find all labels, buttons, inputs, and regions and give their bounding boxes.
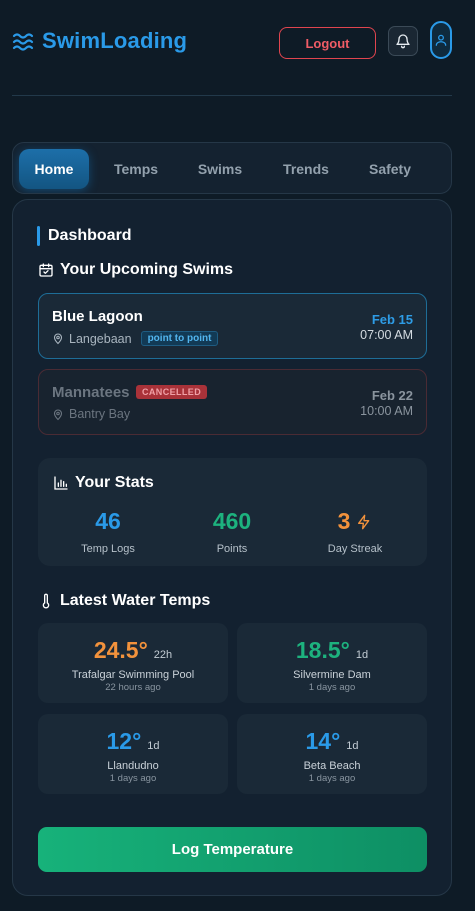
- user-icon: [435, 34, 447, 46]
- temp-age: 1 days ago: [109, 773, 157, 784]
- tab-swims[interactable]: Swims: [187, 149, 253, 189]
- lightning-icon: [358, 514, 370, 529]
- temp-age: 22 hours ago: [105, 682, 161, 693]
- swim-time: 10:00 AM: [360, 404, 413, 418]
- stats-title: Your Stats: [75, 474, 154, 491]
- temp-age-short: 1d: [346, 740, 359, 752]
- swim-location-text: Langebaan: [69, 331, 132, 346]
- tab-trends[interactable]: Trends: [271, 149, 341, 189]
- stat-label: Temp Logs: [81, 543, 135, 555]
- upcoming-swims-heading: Your Upcoming Swims: [38, 261, 233, 279]
- swim-date: Feb 22: [371, 388, 413, 403]
- tab-home[interactable]: Home: [19, 149, 89, 189]
- temp-age-short: 1d: [355, 649, 369, 661]
- swim-location: Bantry Bay: [52, 407, 130, 421]
- notifications-button[interactable]: [388, 26, 418, 56]
- swim-card-mannatees[interactable]: Mannatees CANCELLED Bantry Bay Feb 22 10…: [38, 369, 427, 435]
- temp-age-short: 22h: [153, 649, 173, 661]
- temp-value: 18.5°: [295, 637, 350, 663]
- temp-location: Trafalgar Swimming Pool: [71, 669, 195, 681]
- stats-card: Your Stats 46 Temp Logs 460 Points 3 Day…: [38, 458, 427, 566]
- dashboard-heading: Dashboard: [37, 226, 132, 246]
- temp-location: Silvermine Dam: [293, 669, 371, 681]
- swim-name: Blue Lagoon: [52, 308, 143, 325]
- stat-label: Points: [216, 543, 248, 555]
- upcoming-swims-title: Your Upcoming Swims: [60, 261, 234, 278]
- temp-reading: 12° 1d: [38, 728, 228, 755]
- profile-button[interactable]: [430, 21, 452, 59]
- stat-value: 3: [337, 508, 351, 534]
- temp-reading: 18.5° 1d: [237, 637, 427, 664]
- logout-button[interactable]: Logout: [279, 27, 376, 59]
- map-pin-icon: [53, 333, 63, 345]
- swim-name: Mannatees: [52, 384, 130, 401]
- temp-location: Llandudno: [107, 760, 159, 772]
- stat-value: 460: [212, 508, 252, 534]
- swim-type-badge: point to point: [140, 331, 219, 346]
- swim-date: Feb 15: [371, 312, 413, 327]
- swim-location: Langebaan point to point: [52, 331, 219, 346]
- calendar-check-icon: [39, 263, 53, 277]
- stat-temp-logs: 46 Temp Logs: [53, 508, 163, 555]
- stat-value-row: 3: [300, 508, 410, 535]
- stat-value: 46: [95, 508, 121, 534]
- swim-time: 07:00 AM: [360, 328, 413, 342]
- app-logo[interactable]: SwimLoading: [12, 28, 187, 54]
- heading-accent-bar: [37, 226, 40, 246]
- stat-points: 460 Points: [177, 508, 287, 555]
- dashboard-title: Dashboard: [48, 227, 132, 244]
- bar-chart-icon: [54, 476, 68, 490]
- swim-location-text: Bantry Bay: [69, 407, 131, 421]
- water-temps-title: Latest Water Temps: [60, 592, 211, 609]
- temp-age-short: 1d: [147, 740, 160, 752]
- tab-safety[interactable]: Safety: [357, 149, 423, 189]
- temp-value: 12°: [106, 728, 142, 754]
- tab-temps[interactable]: Temps: [103, 149, 169, 189]
- thermometer-icon: [42, 593, 50, 609]
- main-tabs: Home Temps Swims Trends Safety: [12, 142, 452, 194]
- temp-value: 24.5°: [93, 637, 148, 663]
- temp-location: Beta Beach: [303, 760, 361, 772]
- app-title: SwimLoading: [42, 28, 188, 53]
- temp-card-llandudno[interactable]: 12° 1d Llandudno 1 days ago: [38, 714, 228, 794]
- temp-card-silvermine[interactable]: 18.5° 1d Silvermine Dam 1 days ago: [237, 623, 427, 703]
- cancelled-badge: CANCELLED: [136, 385, 208, 399]
- stat-label: Day Streak: [327, 543, 383, 555]
- water-temps-heading: Latest Water Temps: [38, 592, 210, 610]
- temp-reading: 24.5° 22h: [38, 637, 228, 664]
- temp-card-beta-beach[interactable]: 14° 1d Beta Beach 1 days ago: [237, 714, 427, 794]
- temp-age: 1 days ago: [308, 773, 356, 784]
- log-temperature-button[interactable]: Log Temperature: [38, 827, 427, 872]
- dashboard-panel: Dashboard Your Upcoming Swims Blue Lagoo…: [12, 199, 452, 896]
- bell-icon: [396, 34, 410, 49]
- map-pin-icon: [53, 408, 63, 420]
- temp-reading: 14° 1d: [237, 728, 427, 755]
- app-header: SwimLoading Logout: [0, 0, 475, 96]
- header-divider: [12, 95, 452, 96]
- stat-day-streak: 3 Day Streak: [300, 508, 410, 555]
- waves-icon: [12, 33, 34, 51]
- stats-heading: Your Stats: [53, 474, 154, 492]
- temp-age: 1 days ago: [308, 682, 356, 693]
- temp-value: 14°: [305, 728, 341, 754]
- swim-card-blue-lagoon[interactable]: Blue Lagoon Langebaan point to point Feb…: [38, 293, 427, 359]
- temp-card-trafalgar[interactable]: 24.5° 22h Trafalgar Swimming Pool 22 hou…: [38, 623, 228, 703]
